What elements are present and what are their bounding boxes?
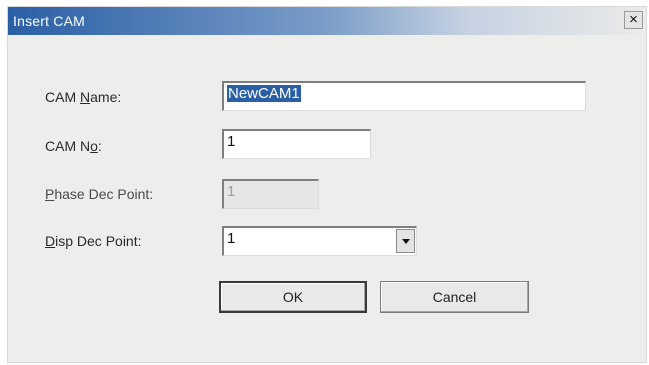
disp-dec-point-label-key: D (45, 233, 56, 249)
close-icon[interactable]: × (624, 11, 643, 29)
cam-no-label-key: o (90, 138, 98, 154)
title-bar: Insert CAM × (8, 7, 646, 35)
phase-dec-point-label-key: P (45, 186, 55, 202)
phase-dec-point-label-post: hase Dec Point: (54, 186, 154, 202)
phase-dec-point-input: 1 (222, 179, 319, 209)
cam-no-label: CAM No: (45, 138, 102, 154)
disp-dec-point-label-post: isp Dec Point: (55, 233, 142, 249)
dialog-title: Insert CAM (13, 13, 86, 29)
phase-dec-point-label: Phase Dec Point: (45, 186, 153, 202)
cam-name-input[interactable]: NewCAM1 (222, 81, 586, 111)
cam-name-label-pre: CAM (45, 89, 80, 105)
disp-dec-point-value: 1 (227, 230, 236, 247)
cam-no-value: 1 (227, 133, 236, 150)
disp-dec-point-label: Disp Dec Point: (45, 233, 142, 249)
chevron-down-icon[interactable] (396, 229, 415, 253)
disp-dec-point-select[interactable]: 1 (222, 226, 417, 256)
cancel-button[interactable]: Cancel (380, 281, 529, 313)
cam-name-label-post: ame: (90, 89, 122, 105)
cam-no-label-pre: CAM N (45, 138, 91, 154)
cam-name-value: NewCAM1 (227, 85, 301, 102)
ok-button[interactable]: OK (219, 281, 367, 313)
insert-cam-dialog: Insert CAM × CAM Name: NewCAM1 CAM No: 1… (7, 6, 647, 363)
cam-no-input[interactable]: 1 (222, 129, 371, 159)
cam-no-label-post: : (97, 138, 102, 154)
cam-name-label-key: N (80, 89, 91, 105)
phase-dec-point-value: 1 (227, 183, 236, 200)
cam-name-label: CAM Name: (45, 89, 121, 105)
